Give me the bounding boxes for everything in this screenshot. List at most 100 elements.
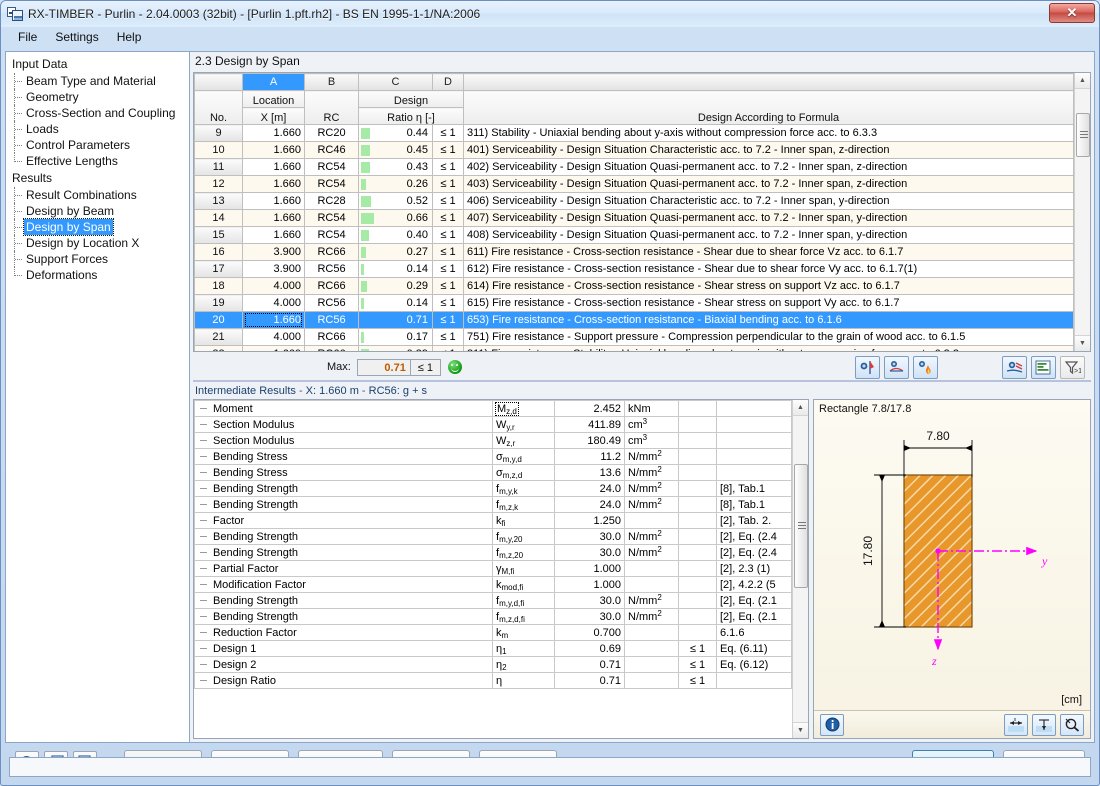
scroll-thumb[interactable] xyxy=(793,464,808,588)
cell-formula[interactable]: 615) Fire resistance - Cross-section res… xyxy=(463,294,1074,312)
scroll-down-arrow[interactable]: ▼ xyxy=(1074,335,1090,351)
bar-chart-icon[interactable] xyxy=(1031,355,1056,379)
cell-rc[interactable]: RC66 xyxy=(304,277,359,295)
cell-formula[interactable]: 401) Serviceability - Design Situation C… xyxy=(463,141,1074,159)
cell-rc[interactable]: RC54 xyxy=(304,175,359,193)
cell-design-ratio[interactable]: 0.14 xyxy=(358,294,433,312)
cell-location-x[interactable]: 3.900 xyxy=(242,243,305,261)
zoom-icon[interactable] xyxy=(1060,713,1084,736)
sidebar-item-deformations[interactable]: Deformations xyxy=(10,267,189,283)
cell-design-ratio[interactable]: 0.17 xyxy=(358,328,433,346)
cell-formula[interactable]: 751) Fire resistance - Support pressure … xyxy=(463,328,1074,346)
cell-location-x[interactable]: 4.000 xyxy=(242,277,305,295)
sidebar-item-loads[interactable]: Loads xyxy=(10,121,189,137)
cell-rc[interactable]: RC54 xyxy=(304,209,359,227)
cell-design-ratio[interactable]: 0.66 xyxy=(358,209,433,227)
view-result-diagram-icon[interactable] xyxy=(855,355,880,379)
cell-design-ratio[interactable]: 0.14 xyxy=(358,260,433,278)
close-button[interactable]: ✕ xyxy=(1049,3,1095,23)
row-number[interactable]: 21 xyxy=(194,328,243,346)
intermediate-row[interactable]: Factor kfi 1.250 [2], Tab. 2. xyxy=(194,512,792,529)
cell-location-x[interactable]: 1.660 xyxy=(242,175,305,193)
info-icon[interactable] xyxy=(820,713,844,736)
row-number[interactable]: 20 xyxy=(194,311,243,329)
table-row[interactable]: 15 1.660 RC54 0.40 ≤ 1 408) Serviceability - … xyxy=(194,226,1074,244)
table-row[interactable]: 11 1.660 RC54 0.43 ≤ 1 402) Serviceability - … xyxy=(194,158,1074,176)
table-row[interactable]: 12 1.660 RC54 0.26 ≤ 1 403) Serviceability - … xyxy=(194,175,1074,193)
cell-condition[interactable]: ≤ 1 xyxy=(432,209,464,227)
view-support-icon[interactable] xyxy=(884,355,909,379)
cell-design-ratio[interactable]: 0.29 xyxy=(358,277,433,295)
column-letter-c[interactable]: C xyxy=(358,73,433,91)
cell-condition[interactable]: ≤ 1 xyxy=(432,141,464,159)
intermediate-row[interactable]: Partial Factor γM,fi 1.000 [2], 2.3 (1) xyxy=(194,560,792,577)
cell-formula[interactable]: 402) Serviceability - Design Situation Q… xyxy=(463,158,1074,176)
cell-condition[interactable]: ≤ 1 xyxy=(432,158,464,176)
cell-condition[interactable]: ≤ 1 xyxy=(432,345,464,351)
intermediate-row[interactable]: Section Modulus Wy,r 411.89 cm3 xyxy=(194,416,792,433)
cell-rc[interactable]: RC54 xyxy=(304,158,359,176)
intermediate-row[interactable]: Modification Factor kmod,fi 1.000 [2], 4.2.… xyxy=(194,576,792,593)
menu-item-help[interactable]: Help xyxy=(108,28,151,46)
intermediate-row[interactable]: Bending Strength fm,y,k 24.0 N/mm2 [8], Tab.… xyxy=(194,480,792,497)
sidebar-item-control-parameters[interactable]: Control Parameters xyxy=(10,137,189,153)
row-number[interactable]: 10 xyxy=(194,141,243,159)
cell-rc[interactable]: RC54 xyxy=(304,226,359,244)
table-row[interactable]: 14 1.660 RC54 0.66 ≤ 1 407) Serviceability - … xyxy=(194,209,1074,227)
table-row[interactable]: 18 4.000 RC66 0.29 ≤ 1 614) Fire resistance -… xyxy=(194,277,1074,295)
scroll-down-arrow[interactable]: ▼ xyxy=(792,722,808,738)
table-row[interactable]: 19 4.000 RC56 0.14 ≤ 1 615) Fire resistance -… xyxy=(194,294,1074,312)
cell-condition[interactable]: ≤ 1 xyxy=(432,260,464,278)
cell-location-x[interactable]: 1.660 xyxy=(242,124,305,142)
cell-formula[interactable]: 311) Stability - Uniaxial bending about … xyxy=(463,124,1074,142)
column-letter-b[interactable]: B xyxy=(304,73,359,91)
cell-condition[interactable]: ≤ 1 xyxy=(432,124,464,142)
cell-design-ratio[interactable]: 0.44 xyxy=(358,124,433,142)
cell-design-ratio[interactable]: 0.40 xyxy=(358,226,433,244)
table-row[interactable]: 21 4.000 RC66 0.17 ≤ 1 751) Fire resistance -… xyxy=(194,328,1074,346)
cell-design-ratio[interactable]: 0.43 xyxy=(358,158,433,176)
sidebar-item-design-by-span[interactable]: Design by Span xyxy=(10,218,189,236)
row-number[interactable]: 12 xyxy=(194,175,243,193)
table-row[interactable]: 221.660RC660.39≤ 1811) Fire resistance -… xyxy=(194,345,1074,351)
row-number[interactable]: 14 xyxy=(194,209,243,227)
dimension-vertical-icon[interactable] xyxy=(1032,713,1056,736)
row-number[interactable]: 22 xyxy=(194,345,243,351)
cell-location-x[interactable]: 1.660 xyxy=(242,192,305,210)
intermediate-row[interactable]: Section Modulus Wz,r 180.49 cm3 xyxy=(194,432,792,449)
cell-rc[interactable]: RC66 xyxy=(304,345,359,351)
table-row[interactable]: 17 3.900 RC56 0.14 ≤ 1 612) Fire resistance -… xyxy=(194,260,1074,278)
scroll-up-arrow[interactable]: ▲ xyxy=(1074,73,1090,89)
scroll-thumb[interactable] xyxy=(1075,113,1090,157)
cell-condition[interactable]: ≤ 1 xyxy=(432,226,464,244)
cell-rc[interactable]: RC66 xyxy=(304,243,359,261)
column-letter-e[interactable] xyxy=(463,73,1074,91)
cell-rc[interactable]: RC56 xyxy=(304,294,359,312)
row-number[interactable]: 13 xyxy=(194,192,243,210)
intermediate-row[interactable]: Reduction Factor km 0.700 6.1.6 xyxy=(194,624,792,641)
intermediate-row[interactable]: Bending Stress σm,y,d 11.2 N/mm2 xyxy=(194,448,792,465)
intermediate-row[interactable]: Bending Stress σm,z,d 13.6 N/mm2 xyxy=(194,464,792,481)
intermediate-row[interactable]: Design 2 η2 0.71 ≤ 1 Eq. (6.12) xyxy=(194,656,792,673)
cell-location-x[interactable]: 4.000 xyxy=(242,328,305,346)
table-row[interactable]: 10 1.660 RC46 0.45 ≤ 1 401) Serviceability - … xyxy=(194,141,1074,159)
intermediate-vertical-scrollbar[interactable]: ▲ ▼ xyxy=(792,400,808,738)
cell-design-ratio[interactable]: 0.39 xyxy=(358,345,433,351)
cell-formula[interactable]: 403) Serviceability - Design Situation Q… xyxy=(463,175,1074,193)
sidebar-item-beam-type-and-material[interactable]: Beam Type and Material xyxy=(10,73,189,89)
cell-formula[interactable]: 611) Fire resistance - Cross-section res… xyxy=(463,243,1074,261)
cell-design-ratio[interactable]: 0.71 xyxy=(358,311,433,329)
cell-condition[interactable]: ≤ 1 xyxy=(432,175,464,193)
cross-section-canvas[interactable]: 7.80 17.80 y z [cm] xyxy=(814,415,1090,710)
table-vertical-scrollbar[interactable]: ▲ ▼ xyxy=(1074,73,1090,351)
row-number[interactable]: 18 xyxy=(194,277,243,295)
tree-group-input-data[interactable]: Input Data xyxy=(10,55,189,73)
intermediate-row[interactable]: Bending Strength fm,z,k 24.0 N/mm2 [8], Tab.… xyxy=(194,496,792,513)
cell-rc[interactable]: RC66 xyxy=(304,328,359,346)
filter-icon[interactable]: >1 xyxy=(1060,355,1085,379)
cell-rc[interactable]: RC28 xyxy=(304,192,359,210)
intermediate-row[interactable]: Bending Strength fm,z,20 30.0 N/mm2 [2], Eq.… xyxy=(194,544,792,561)
cell-condition[interactable]: ≤ 1 xyxy=(432,277,464,295)
sidebar-item-design-by-beam[interactable]: Design by Beam xyxy=(10,203,189,219)
table-row[interactable]: 13 1.660 RC28 0.52 ≤ 1 406) Serviceability - … xyxy=(194,192,1074,210)
